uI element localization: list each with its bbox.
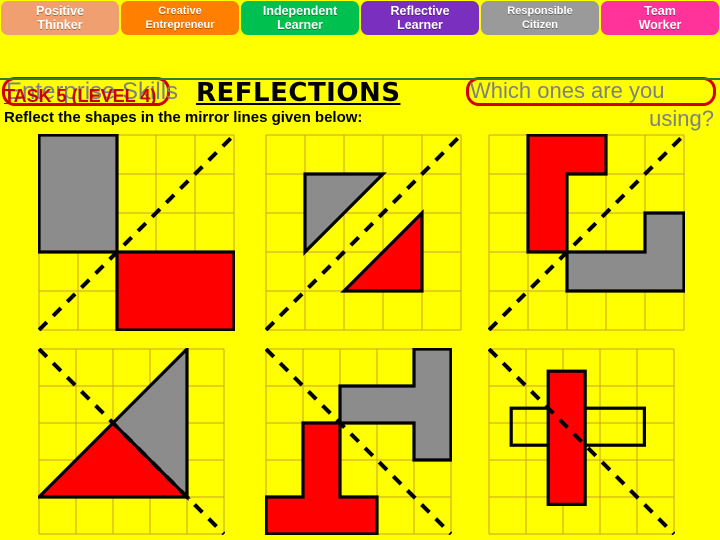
- reflection-grids-container: [0, 0, 720, 540]
- grid-panel-4: [38, 348, 225, 535]
- shape-gray-tee: [338, 348, 452, 462]
- mirror-line: [265, 134, 462, 331]
- grid-panel-6: [488, 348, 675, 535]
- grid-panel-1: [38, 134, 235, 331]
- shape-gray-el: [565, 211, 685, 293]
- mirror-line: [38, 348, 225, 535]
- grid-panel-2: [265, 134, 462, 331]
- shape-red-el: [526, 134, 608, 254]
- shape-red-rectangle: [115, 250, 235, 331]
- shape-gray-rectangle: [38, 134, 119, 254]
- grid-panel-3: [488, 134, 685, 331]
- grid-panel-5: [265, 348, 452, 535]
- shape-red-tee: [265, 421, 379, 535]
